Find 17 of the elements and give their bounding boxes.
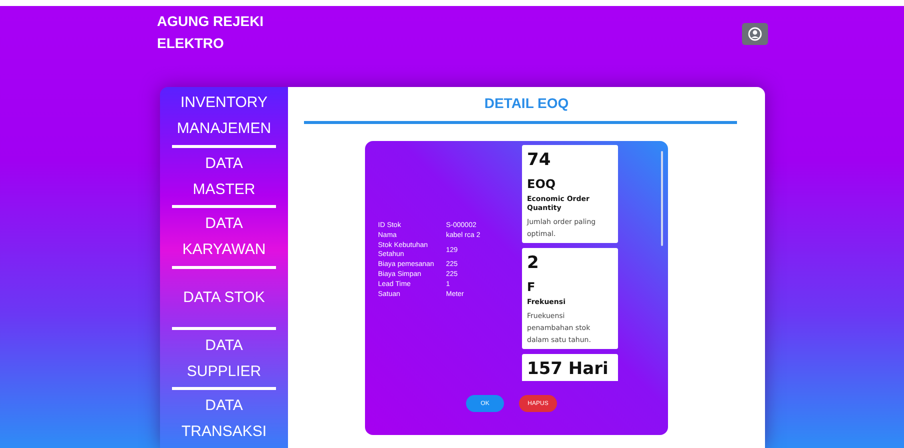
sidebar-item[interactable]: INVENTORY MANAJEMEN xyxy=(172,87,276,148)
scrollbar[interactable] xyxy=(661,151,663,246)
metric-value: 2 xyxy=(527,252,540,274)
brand-name: ELEKTRO xyxy=(157,35,225,51)
sidebar-item[interactable]: DATA TRANSAKSI xyxy=(172,390,276,448)
sidebar-item[interactable]: DATA KARYAWAN xyxy=(172,208,276,270)
metric-code: EOQ xyxy=(527,177,557,191)
sidebar-item[interactable]: DATA MASTER xyxy=(172,148,276,208)
metric-value: 157 Hari xyxy=(527,358,610,380)
user-avatar-button[interactable] xyxy=(742,23,768,45)
sidebar-item[interactable]: DATA STOK xyxy=(172,269,276,330)
metric-code: F xyxy=(527,280,536,294)
brand-name: AGUNG REJEKI xyxy=(157,13,264,29)
sidebar-item[interactable]: DATA SUPPLIER xyxy=(172,330,276,390)
metric-value: 74 xyxy=(527,149,552,171)
page-title: DETAIL EOQ xyxy=(484,95,569,111)
user-icon xyxy=(748,27,762,41)
